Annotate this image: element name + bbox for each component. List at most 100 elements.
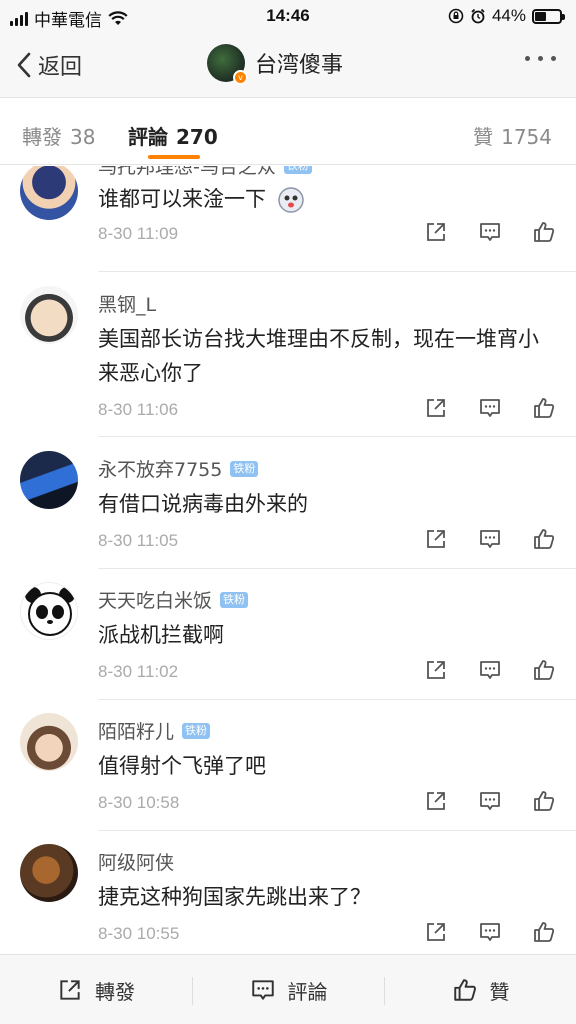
- fan-badge: 铁粉: [220, 591, 249, 608]
- comment-actions: [424, 220, 556, 244]
- chevron-left-icon: [17, 52, 31, 78]
- avatar[interactable]: [20, 286, 78, 344]
- fan-badge: 铁粉: [182, 722, 211, 739]
- thumbs-up-icon[interactable]: [532, 658, 556, 682]
- share-icon[interactable]: [424, 396, 448, 420]
- avatar[interactable]: [20, 166, 78, 220]
- avatar[interactable]: [20, 713, 78, 771]
- author-name: 乌托邦理想-乌合之众: [98, 166, 276, 178]
- comment-time: 8-30 10:58: [98, 793, 180, 812]
- comment-author[interactable]: 天天吃白米饭 铁粉: [98, 586, 249, 613]
- comment-time: 8-30 11:09: [98, 224, 179, 243]
- active-tab-indicator: [148, 155, 200, 159]
- account-header[interactable]: v 台湾傻事: [207, 44, 344, 85]
- battery-icon: [532, 8, 565, 24]
- comment-actions: [424, 658, 556, 682]
- tab-repost-label: 轉發: [22, 125, 62, 149]
- comment-item: 陌陌籽儿 铁粉 值得射个飞弹了吧 8-30 10:58: [0, 699, 576, 831]
- comment-icon[interactable]: [478, 658, 502, 682]
- share-icon[interactable]: [424, 658, 448, 682]
- comment-button[interactable]: 評論: [193, 955, 384, 1024]
- author-name: 陌陌籽儿: [98, 721, 175, 743]
- author-name: 阿级阿侠: [98, 852, 175, 874]
- comment-text: 派战机拦截啊: [98, 623, 224, 647]
- comment-author[interactable]: 黑钢_L: [98, 290, 156, 317]
- thumbs-up-icon[interactable]: [532, 220, 556, 244]
- tab-repost[interactable]: 轉發 38: [22, 121, 95, 150]
- fan-badge: 铁粉: [283, 166, 312, 174]
- comment-icon[interactable]: [478, 396, 502, 420]
- fan-badge: 铁粉: [230, 460, 259, 477]
- comment-text: 有借口说病毒由外来的: [98, 492, 308, 516]
- comment-author[interactable]: 永不放弃7755 铁粉: [98, 455, 259, 482]
- comment-icon[interactable]: [478, 920, 502, 944]
- like-label: 贊: [489, 979, 510, 1004]
- author-name: 永不放弃7755: [98, 459, 223, 481]
- back-label: 返回: [38, 55, 83, 80]
- panda-avatar-icon: [25, 587, 75, 636]
- comment-icon[interactable]: [478, 220, 502, 244]
- page-title: 台湾傻事: [255, 53, 344, 78]
- author-name: 天天吃白米饭: [98, 590, 213, 612]
- comment-author[interactable]: 陌陌籽儿 铁粉: [98, 717, 211, 744]
- tab-bar: 轉發 38 評論 270 贊 1754: [0, 99, 576, 165]
- comment-item: 阿级阿侠 捷克这种狗国家先跳出来了？ 8-30 10:55: [0, 830, 576, 954]
- comment-actions: [424, 920, 556, 944]
- more-options-icon[interactable]: [525, 56, 556, 61]
- author-name: 黑钢_L: [98, 294, 157, 316]
- comment-time: 8-30 10:55: [98, 924, 180, 943]
- comment-list[interactable]: 乌托邦理想-乌合之众 铁粉 谁都可以来淦一下 8-30 11:09 黑钢_L 美…: [0, 166, 576, 954]
- back-button[interactable]: 返回: [14, 49, 82, 81]
- repost-label: 轉發: [95, 979, 135, 1004]
- comment-text: 美国部长访台找大堆理由不反制，现在一堆宵小来恶心你了: [98, 327, 539, 385]
- comment-actions: [424, 527, 556, 551]
- repost-button[interactable]: 轉發: [0, 955, 192, 1024]
- thumbs-up-icon[interactable]: [532, 789, 556, 813]
- like-button[interactable]: 贊: [385, 955, 576, 1024]
- tab-comments-count: 270: [176, 125, 218, 149]
- comment-text-content: 谁都可以来淦一下: [98, 187, 266, 211]
- tab-likes[interactable]: 贊 1754: [473, 121, 552, 150]
- thumbs-up-icon[interactable]: [532, 920, 556, 944]
- verified-icon: v: [233, 70, 248, 85]
- emoji-icon: [277, 187, 304, 213]
- avatar[interactable]: [20, 844, 78, 902]
- avatar[interactable]: [20, 451, 78, 509]
- tab-likes-label: 贊: [473, 125, 494, 149]
- status-bar: 中華電信 14:46 44%: [0, 0, 576, 32]
- tab-likes-count: 1754: [501, 125, 552, 149]
- thumbs-up-icon[interactable]: [532, 527, 556, 551]
- share-icon[interactable]: [424, 920, 448, 944]
- comment-time: 8-30 11:06: [98, 400, 179, 419]
- thumbs-up-icon[interactable]: [532, 396, 556, 420]
- comment-icon: [251, 980, 274, 1000]
- tab-comments[interactable]: 評論 270: [128, 121, 218, 150]
- share-icon: [60, 980, 80, 1000]
- comment-author[interactable]: 乌托邦理想-乌合之众 铁粉: [98, 166, 312, 179]
- tab-repost-count: 38: [70, 125, 96, 149]
- comment-label: 評論: [287, 979, 328, 1004]
- share-icon[interactable]: [424, 789, 448, 813]
- account-avatar: v: [207, 44, 248, 85]
- comment-item: 永不放弃7755 铁粉 有借口说病毒由外来的 8-30 11:05: [0, 437, 576, 569]
- orientation-lock-icon: [448, 8, 464, 24]
- share-icon[interactable]: [424, 527, 448, 551]
- comment-actions: [424, 789, 556, 813]
- comment-text: 谁都可以来淦一下: [98, 182, 558, 216]
- avatar[interactable]: [20, 582, 78, 640]
- tab-comments-label: 評論: [128, 125, 168, 149]
- bottom-action-bar: 轉發 評論 贊: [0, 954, 576, 1024]
- comment-text: 捷克这种狗国家先跳出来了？: [98, 885, 371, 909]
- battery-percent: 44%: [491, 6, 526, 25]
- comment-time: 8-30 11:02: [98, 662, 179, 681]
- comment-icon[interactable]: [478, 527, 502, 551]
- comment-time: 8-30 11:05: [98, 531, 179, 550]
- comment-item: 乌托邦理想-乌合之众 铁粉 谁都可以来淦一下 8-30 11:09: [0, 166, 576, 272]
- comment-icon[interactable]: [478, 789, 502, 813]
- thumbs-up-icon: [453, 979, 476, 1001]
- comment-author[interactable]: 阿级阿侠: [98, 848, 174, 875]
- share-icon[interactable]: [424, 220, 448, 244]
- nav-bar: 返回 v 台湾傻事: [0, 32, 576, 98]
- comment-item: 天天吃白米饭 铁粉 派战机拦截啊 8-30 11:02: [0, 568, 576, 700]
- comment-text: 值得射个飞弹了吧: [98, 754, 266, 778]
